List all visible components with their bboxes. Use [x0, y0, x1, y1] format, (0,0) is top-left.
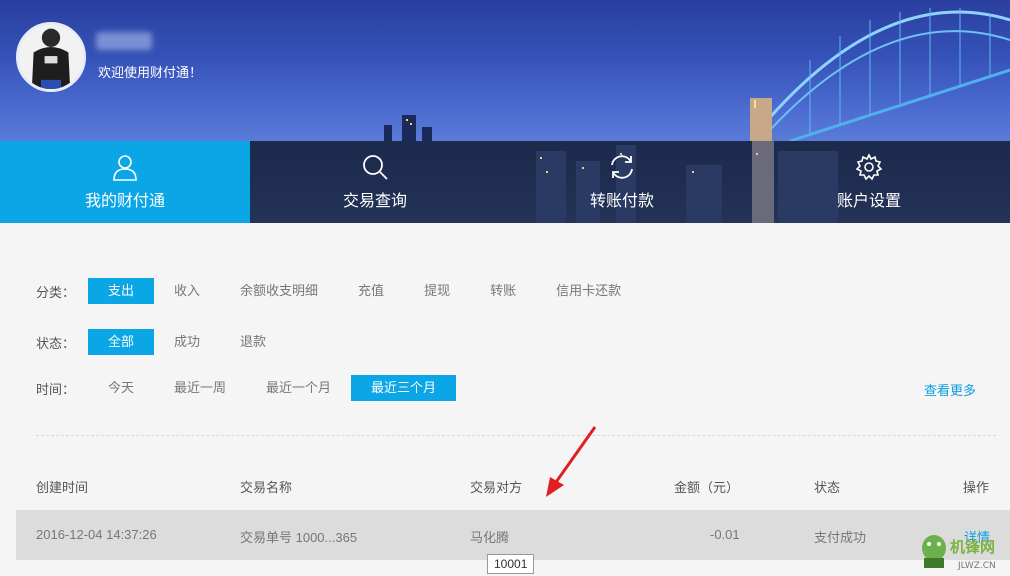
- filter-status-label: 状态：: [36, 335, 76, 351]
- filter-time: 时间： 今天 最近一周 最近一个月 最近三个月: [36, 375, 457, 401]
- filter-category-label: 分类：: [36, 284, 76, 300]
- column-header-action: 操作: [963, 480, 990, 495]
- avatar[interactable]: [16, 22, 86, 92]
- main-nav: 我的财付通 交易查询 转账付款 账户设置: [0, 141, 1010, 223]
- city-skyline-decoration: [384, 115, 432, 141]
- filter-status: 状态： 全部 成功 退款: [36, 329, 286, 355]
- cell-counterparty: 马化腾: [470, 530, 510, 545]
- refresh-icon: [608, 153, 636, 181]
- filter-option-transfer[interactable]: 转账: [470, 278, 536, 304]
- filter-option-recharge[interactable]: 充值: [338, 278, 404, 304]
- nav-item-transaction-query[interactable]: 交易查询: [250, 141, 500, 223]
- filter-option-month[interactable]: 最近一个月: [246, 375, 351, 401]
- filter-category: 分类： 支出 收入 余额收支明细 充值 提现 转账 信用卡还款: [36, 278, 641, 304]
- header-banner: 欢迎使用财付通！: [0, 0, 1010, 141]
- username-blurred: [96, 32, 152, 50]
- filter-option-expense[interactable]: 支出: [88, 278, 155, 304]
- table-header: 创建时间 交易名称 交易对方 金额（元） 状态 操作: [0, 473, 1010, 499]
- nav-item-label: 我的财付通: [84, 193, 165, 210]
- cell-amount: -0.01: [710, 527, 740, 542]
- filter-option-week[interactable]: 最近一周: [154, 375, 246, 401]
- column-header-counterparty: 交易对方: [470, 480, 523, 495]
- tooltip: 10001: [487, 554, 535, 574]
- user-icon: [111, 153, 139, 181]
- search-icon: [361, 153, 389, 181]
- column-header-amount: 金额（元）: [674, 480, 740, 495]
- svg-text:JLWZ.CN: JLWZ.CN: [957, 561, 996, 571]
- nav-item-settings[interactable]: 账户设置: [744, 141, 994, 223]
- filter-option-all[interactable]: 全部: [88, 329, 155, 355]
- column-header-name: 交易名称: [240, 480, 293, 495]
- nav-item-label: 交易查询: [342, 193, 407, 210]
- filter-option-three-months[interactable]: 最近三个月: [351, 375, 457, 401]
- column-header-time: 创建时间: [36, 480, 89, 495]
- nav-item-my-account[interactable]: 我的财付通: [0, 141, 250, 223]
- filter-option-today[interactable]: 今天: [88, 375, 154, 401]
- cell-time: 2016-12-04 14:37:26: [36, 527, 157, 542]
- filter-option-credit-card[interactable]: 信用卡还款: [536, 278, 641, 304]
- view-more-link[interactable]: 查看更多: [924, 380, 976, 399]
- filter-option-withdraw[interactable]: 提现: [404, 278, 470, 304]
- filter-option-balance-detail[interactable]: 余额收支明细: [220, 278, 338, 304]
- content-area: 分类： 支出 收入 余额收支明细 充值 提现 转账 信用卡还款 状态： 全部 成…: [0, 223, 1010, 576]
- table-row[interactable]: 2016-12-04 14:37:26 交易单号 1000...365 马化腾 …: [16, 510, 1010, 560]
- avatar-image: [19, 25, 83, 89]
- annotation-arrow: [546, 426, 597, 497]
- filter-option-refund[interactable]: 退款: [220, 329, 286, 355]
- filter-option-success[interactable]: 成功: [154, 329, 220, 355]
- filter-time-label: 时间：: [36, 381, 76, 397]
- site-watermark-logo: 机锋网 JLWZ.CN: [922, 535, 996, 571]
- nav-item-label: 转账付款: [589, 193, 654, 210]
- column-header-status: 状态: [814, 480, 841, 495]
- gear-icon: [855, 153, 883, 181]
- svg-text:机锋网: 机锋网: [950, 538, 995, 556]
- welcome-text: 欢迎使用财付通！: [98, 65, 203, 80]
- filter-option-income[interactable]: 收入: [154, 278, 220, 304]
- bridge-decoration: [750, 8, 1010, 141]
- nav-item-label: 账户设置: [836, 193, 901, 210]
- cell-status: 支付成功: [814, 530, 867, 545]
- cell-name: 交易单号 1000...365: [240, 530, 358, 545]
- nav-item-transfer[interactable]: 转账付款: [500, 141, 744, 223]
- divider: [36, 435, 996, 436]
